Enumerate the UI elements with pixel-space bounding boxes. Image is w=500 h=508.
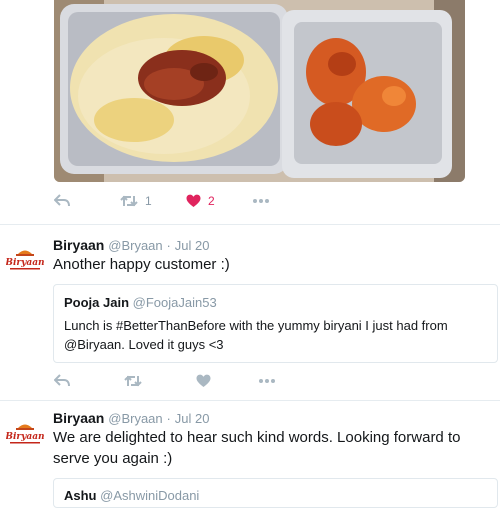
retweet-count: 1 xyxy=(145,194,152,208)
quoted-tweet[interactable]: Pooja Jain @FoojaJain53 Lunch is #Better… xyxy=(53,284,498,363)
tweet3-header: Biryaan @Bryaan · Jul 20 xyxy=(53,410,209,426)
more-button[interactable] xyxy=(252,198,270,204)
quote-author-handle: @FoojaJain53 xyxy=(132,295,217,310)
tweet-photo[interactable] xyxy=(54,0,465,182)
more-icon xyxy=(253,199,269,203)
like-count: 2 xyxy=(208,194,215,208)
reply-icon xyxy=(54,374,70,387)
author-name[interactable]: Biryaan xyxy=(53,237,104,253)
tweet-date[interactable]: Jul 20 xyxy=(175,238,210,253)
quote-author-name: Pooja Jain xyxy=(64,295,130,310)
quote-header: Ashu @AshwiniDodani xyxy=(64,488,487,503)
quote-text: Lunch is #BetterThanBefore with the yumm… xyxy=(64,318,448,352)
biryaan-logo: Biryaan xyxy=(4,250,45,270)
food-photo-image xyxy=(54,0,465,182)
more-icon xyxy=(259,379,275,383)
author-handle[interactable]: @Bryaan xyxy=(108,411,162,426)
author-name[interactable]: Biryaan xyxy=(53,410,104,426)
reply-button[interactable] xyxy=(54,194,120,208)
divider xyxy=(0,224,500,225)
retweet-button[interactable] xyxy=(124,374,196,388)
tweet2-actions xyxy=(54,368,276,394)
more-button[interactable] xyxy=(258,378,276,384)
quote-author-name: Ashu xyxy=(64,488,97,503)
tweet-date[interactable]: Jul 20 xyxy=(175,411,210,426)
svg-text:Biryaan: Biryaan xyxy=(6,432,44,442)
like-button[interactable] xyxy=(196,374,258,388)
author-handle[interactable]: @Bryaan xyxy=(108,238,162,253)
reply-button[interactable] xyxy=(54,374,124,388)
quoted-tweet[interactable]: Ashu @AshwiniDodani xyxy=(53,478,498,508)
retweet-icon xyxy=(120,195,138,207)
like-button[interactable]: 2 xyxy=(186,194,252,208)
avatar[interactable]: Biryaan xyxy=(4,422,45,448)
svg-text:Biryaan: Biryaan xyxy=(6,258,44,268)
retweet-icon xyxy=(124,375,142,387)
biryaan-logo: Biryaan xyxy=(4,424,45,444)
retweet-button[interactable]: 1 xyxy=(120,194,186,208)
quote-header: Pooja Jain @FoojaJain53 xyxy=(64,295,487,310)
separator-dot: · xyxy=(166,238,171,253)
quote-author-handle: @AshwiniDodani xyxy=(100,488,200,503)
avatar[interactable]: Biryaan xyxy=(4,248,45,274)
tweet1-actions: 1 2 xyxy=(54,188,270,214)
heart-icon xyxy=(186,194,201,207)
divider xyxy=(0,400,500,401)
tweet2-header: Biryaan @Bryaan · Jul 20 xyxy=(53,237,209,253)
reply-icon xyxy=(54,194,70,207)
heart-icon xyxy=(196,374,211,387)
tweet3-text: We are delighted to hear such kind words… xyxy=(53,429,461,467)
tweet2-text: Another happy customer :) xyxy=(53,256,230,273)
separator-dot: · xyxy=(166,411,171,426)
